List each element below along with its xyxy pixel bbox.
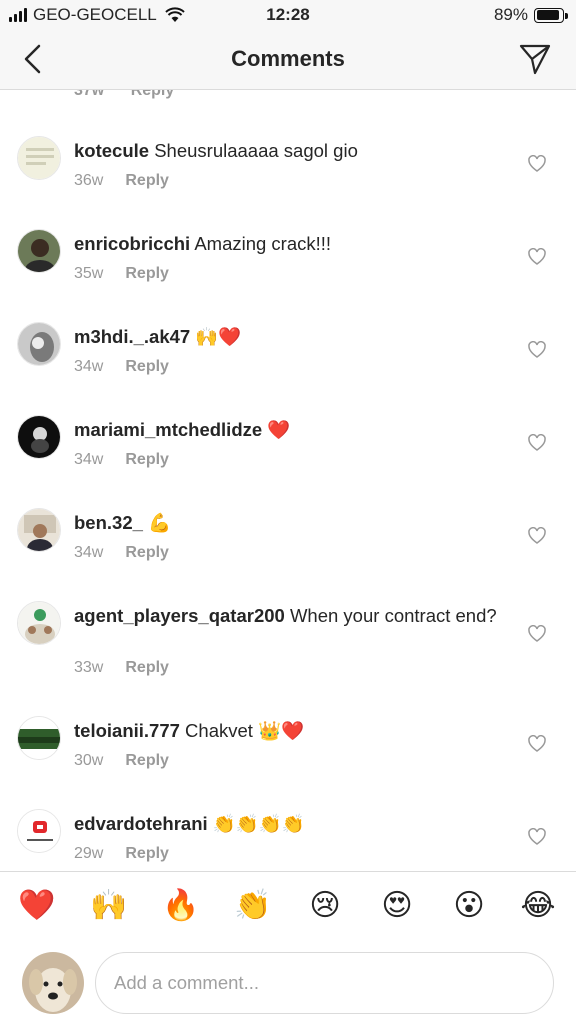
heart-icon[interactable] <box>528 341 546 359</box>
comment-meta: 30w Reply <box>74 752 169 770</box>
heart-icon[interactable] <box>528 828 546 846</box>
comment-text: ben.32_ 💪 <box>74 511 514 534</box>
comment-text: enricobricchi Amazing crack!!! <box>74 232 514 255</box>
reply-button[interactable]: Reply <box>125 752 169 769</box>
heart-icon[interactable] <box>528 434 546 452</box>
comment-text: kotecule Sheusrulaaaaa sagol gio <box>74 139 514 162</box>
page-title: Comments <box>231 46 345 71</box>
battery-icon <box>534 7 568 23</box>
comment-username[interactable]: enricobricchi <box>74 233 190 254</box>
user-avatar[interactable] <box>17 415 61 459</box>
reply-button[interactable]: Reply <box>125 845 169 862</box>
my-avatar <box>22 952 84 1014</box>
comment-body: Chakvet 👑❤️ <box>185 720 305 741</box>
comment-username[interactable]: teloianii.777 <box>74 720 180 741</box>
comment-body: Sheusrulaaaaa sagol gio <box>154 140 358 161</box>
user-avatar[interactable] <box>17 809 61 853</box>
navigation-bar: Comments <box>0 30 576 90</box>
emoji-reaction[interactable]: 😍 <box>377 888 417 923</box>
emoji-reaction[interactable]: ❤️ <box>17 888 57 923</box>
battery-fill <box>536 10 559 20</box>
comment-meta: 34w Reply <box>74 544 169 562</box>
status-right: 89% <box>493 5 568 25</box>
emoji-bar: ❤️ 🙌 🔥 👏 😢 😍 😮 😂 <box>0 871 576 949</box>
comment-body: ❤️ <box>267 419 291 440</box>
comment-body: When your contract end? <box>289 605 497 626</box>
comment-text: teloianii.777 Chakvet 👑❤️ <box>74 719 514 742</box>
status-bar: GEO-GEOCELL 12:28 89% <box>0 0 576 30</box>
comment-body: 💪 <box>148 512 172 533</box>
comment-input-bar <box>0 949 576 1024</box>
emoji-reaction[interactable]: 👏 <box>233 888 273 923</box>
comment-username[interactable]: agent_players_qatar200 <box>74 605 285 626</box>
clock: 12:28 <box>266 5 310 24</box>
comment-input[interactable] <box>95 952 554 1014</box>
comment-username[interactable]: mariami_mtchedlidze <box>74 419 262 440</box>
heart-icon[interactable] <box>528 625 546 643</box>
emoji-reaction[interactable]: 😂 <box>518 888 558 923</box>
reply-button[interactable]: Reply <box>131 90 175 99</box>
comment-body: 🙌❤️ <box>195 326 242 347</box>
comment-age: 37w <box>74 90 105 99</box>
comment-username[interactable]: ben.32_ <box>74 512 143 533</box>
emoji-reaction[interactable]: 😢 <box>305 888 345 923</box>
comment-text: m3hdi._.ak47 🙌❤️ <box>74 325 514 348</box>
reply-button[interactable]: Reply <box>125 265 169 282</box>
comment-body: 👏👏👏👏 <box>212 813 305 834</box>
heart-icon[interactable] <box>528 248 546 266</box>
comment-meta: 34w Reply <box>74 451 169 469</box>
user-avatar[interactable] <box>17 136 61 180</box>
emoji-reaction[interactable]: 🙌 <box>89 888 129 923</box>
comment-age: 36w <box>74 172 104 189</box>
comment-text: edvardotehrani 👏👏👏👏 <box>74 812 514 835</box>
comment-username[interactable]: edvardotehrani <box>74 813 208 834</box>
heart-icon[interactable] <box>528 735 546 753</box>
comment-meta: 29w Reply <box>74 845 169 863</box>
user-avatar[interactable] <box>17 229 61 273</box>
emoji-reaction[interactable]: 😮 <box>449 888 489 923</box>
comment-meta: 36w Reply <box>74 172 169 190</box>
comment-meta: 33w Reply <box>74 659 169 677</box>
reply-button[interactable]: Reply <box>125 659 169 676</box>
comment-age: 33w <box>74 659 104 676</box>
user-avatar[interactable] <box>17 322 61 366</box>
comment-text: mariami_mtchedlidze ❤️ <box>74 418 514 441</box>
comment-age: 35w <box>74 265 104 282</box>
user-avatar[interactable] <box>17 716 61 760</box>
reply-button[interactable]: Reply <box>125 358 169 375</box>
battery-percent: 89% <box>493 5 528 24</box>
paper-plane-icon[interactable] <box>518 42 552 76</box>
heart-icon[interactable] <box>528 527 546 545</box>
reply-button[interactable]: Reply <box>125 544 169 561</box>
comments-list[interactable]: 37w Reply kotecule Sheusrulaaaaa sagol g… <box>0 90 576 870</box>
comment-age: 30w <box>74 752 104 769</box>
comment-age: 34w <box>74 358 104 375</box>
comment-body: Amazing crack!!! <box>194 233 332 254</box>
comment-age: 34w <box>74 544 104 561</box>
comment-text: agent_players_qatar200 When your contrac… <box>74 604 514 627</box>
comment-meta: 35w Reply <box>74 265 169 283</box>
comment-meta: 34w Reply <box>74 358 169 376</box>
user-avatar[interactable] <box>17 508 61 552</box>
partial-comment-meta: 37w Reply <box>74 90 174 100</box>
heart-icon[interactable] <box>528 155 546 173</box>
reply-button[interactable]: Reply <box>125 451 169 468</box>
emoji-reaction[interactable]: 🔥 <box>161 888 201 923</box>
user-avatar[interactable] <box>17 601 61 645</box>
comment-username[interactable]: kotecule <box>74 140 149 161</box>
battery-tip <box>565 12 568 19</box>
comment-username[interactable]: m3hdi._.ak47 <box>74 326 190 347</box>
reply-button[interactable]: Reply <box>125 172 169 189</box>
comment-age: 34w <box>74 451 104 468</box>
comment-age: 29w <box>74 845 104 862</box>
